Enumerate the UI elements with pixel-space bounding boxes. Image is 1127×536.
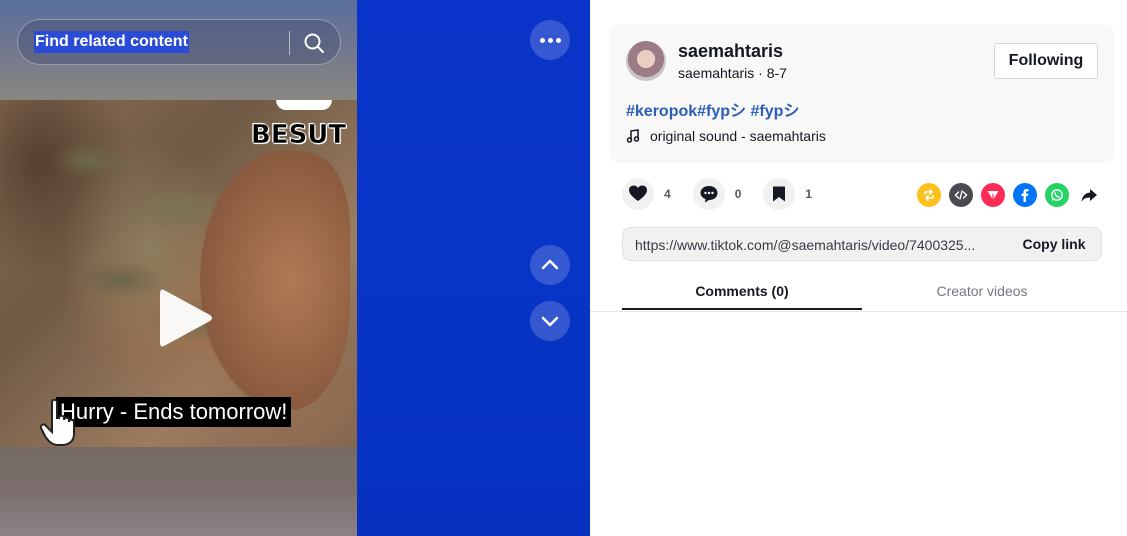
comment-action[interactable]: 0 bbox=[692, 178, 742, 210]
details-panel: saemahtaris saemahtaris · 8-7 Following … bbox=[590, 0, 1127, 536]
video-sticker bbox=[276, 100, 332, 110]
comment-icon bbox=[700, 186, 718, 203]
video-blur-bottom bbox=[0, 447, 357, 536]
following-button[interactable]: Following bbox=[994, 43, 1098, 79]
save-action[interactable]: 1 bbox=[763, 178, 812, 210]
post-info-card: saemahtaris saemahtaris · 8-7 Following … bbox=[610, 24, 1114, 163]
subline-separator: · bbox=[758, 65, 767, 81]
paper-plane-icon bbox=[987, 191, 999, 200]
comment-button[interactable] bbox=[692, 178, 725, 210]
next-video-button[interactable] bbox=[530, 301, 570, 341]
sound-name: original sound - saemahtaris bbox=[650, 128, 826, 144]
tab-creator-videos[interactable]: Creator videos bbox=[862, 270, 1102, 311]
search-icon[interactable] bbox=[302, 31, 326, 55]
more-dot-icon bbox=[547, 37, 553, 43]
sound-link[interactable]: original sound - saemahtaris bbox=[626, 128, 826, 144]
bookmark-icon bbox=[773, 186, 786, 202]
more-options-button[interactable] bbox=[530, 20, 570, 60]
embed-icon[interactable] bbox=[949, 183, 973, 207]
chevron-up-icon bbox=[541, 259, 559, 270]
engagement-bar: 4 0 1 bbox=[622, 178, 834, 210]
save-button[interactable] bbox=[763, 178, 796, 210]
code-brackets-icon bbox=[954, 190, 968, 200]
search-divider bbox=[289, 31, 290, 55]
chevron-down-icon bbox=[541, 316, 559, 327]
share-forward-icon bbox=[1081, 189, 1097, 202]
send-icon[interactable] bbox=[981, 183, 1005, 207]
facebook-icon[interactable] bbox=[1013, 183, 1037, 207]
hashtags[interactable]: #keropok#fypシ #fypシ bbox=[626, 97, 799, 121]
repost-icon[interactable] bbox=[917, 183, 941, 207]
author-subline: saemahtaris · 8-7 bbox=[678, 65, 787, 81]
previous-video-button[interactable] bbox=[530, 245, 570, 285]
music-note-icon bbox=[626, 129, 640, 143]
video-area: BESUT Hurry - Ends tomorrow! Find relate… bbox=[0, 0, 590, 536]
tabs-divider bbox=[590, 311, 1127, 312]
whatsapp-phone-icon bbox=[1051, 189, 1063, 201]
share-arrow-icon[interactable] bbox=[1077, 183, 1101, 207]
video-overlay-text: BESUT bbox=[251, 120, 347, 151]
more-dot-icon bbox=[555, 37, 561, 43]
heart-icon bbox=[629, 185, 647, 201]
comment-count: 0 bbox=[734, 187, 742, 201]
find-related-search[interactable]: Find related content bbox=[17, 19, 341, 65]
share-link-box: https://www.tiktok.com/@saemahtaris/vide… bbox=[622, 227, 1102, 261]
play-icon[interactable] bbox=[156, 286, 214, 350]
author-username[interactable]: saemahtaris bbox=[678, 41, 783, 62]
post-date: 8-7 bbox=[766, 65, 787, 81]
pointing-hand-icon bbox=[39, 398, 75, 446]
video-player[interactable]: BESUT Hurry - Ends tomorrow! bbox=[0, 0, 357, 536]
share-icons bbox=[917, 183, 1109, 207]
share-link-url[interactable]: https://www.tiktok.com/@saemahtaris/vide… bbox=[635, 237, 995, 253]
video-content-hand bbox=[200, 150, 350, 410]
search-label: Find related content bbox=[34, 31, 189, 53]
whatsapp-icon[interactable] bbox=[1045, 183, 1069, 207]
facebook-f-icon bbox=[1021, 189, 1029, 202]
panel-tabs: Comments (0) Creator videos bbox=[622, 270, 1102, 311]
promo-banner: Hurry - Ends tomorrow! bbox=[56, 397, 292, 427]
repost-arrows-icon bbox=[924, 189, 934, 201]
more-dot-icon bbox=[539, 37, 545, 43]
author-handle: saemahtaris bbox=[678, 65, 755, 81]
active-tab-indicator bbox=[622, 308, 862, 310]
copy-link-button[interactable]: Copy link bbox=[1007, 228, 1101, 260]
like-count: 4 bbox=[664, 187, 671, 201]
save-count: 1 bbox=[805, 187, 813, 201]
like-action[interactable]: 4 bbox=[622, 178, 671, 210]
tab-comments[interactable]: Comments (0) bbox=[622, 270, 862, 311]
avatar[interactable] bbox=[626, 41, 666, 81]
like-button[interactable] bbox=[622, 178, 654, 210]
